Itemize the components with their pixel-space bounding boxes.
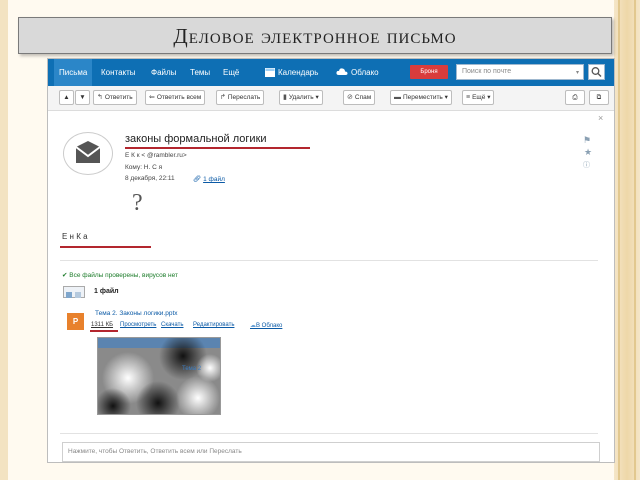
chevron-down-icon: ▾: [487, 94, 491, 101]
slide-frame-right: [614, 0, 640, 480]
move-label: Переместить: [403, 94, 443, 101]
checkmark-icon: ✔: [62, 272, 68, 279]
recipient-line: Кому: Н. С я: [125, 164, 163, 171]
spam-icon: ⊘: [347, 94, 353, 101]
edit-link[interactable]: Редактировать: [193, 322, 234, 328]
menu-icon: ≡: [466, 94, 471, 101]
tab-files[interactable]: Файлы: [146, 59, 181, 86]
email-signature: Е н К а: [62, 232, 88, 241]
folder-icon: ▬: [394, 94, 401, 101]
attachment-count-label: 1 файл: [203, 176, 225, 183]
pptx-file-icon[interactable]: P: [67, 313, 84, 330]
flag-icon[interactable]: ⚑: [583, 135, 591, 146]
reply-divider: [60, 433, 598, 434]
question-mark: ?: [132, 190, 143, 216]
reply-label: Ответить: [104, 94, 133, 101]
chevron-down-icon: ▾: [444, 94, 448, 101]
forward-label: Переслать: [227, 94, 261, 101]
search-button[interactable]: [588, 64, 605, 80]
tab-themes[interactable]: Темы: [185, 59, 215, 86]
quick-reply-field[interactable]: Нажмите, чтобы Ответить, Ответить всем и…: [62, 442, 600, 462]
spam-button[interactable]: ⊘ Спам: [343, 90, 376, 105]
more-button[interactable]: ≡ Ещё ▾: [462, 90, 495, 105]
star-icon[interactable]: ★: [584, 147, 592, 158]
tab-letters[interactable]: Письма: [54, 59, 93, 86]
sender-avatar: [63, 132, 113, 175]
trash-icon: ▮: [283, 94, 287, 101]
file-view-toggle[interactable]: [63, 286, 85, 298]
reply-icon: ↰: [97, 94, 103, 101]
calendar-icon: [265, 68, 275, 77]
delete-button[interactable]: ▮ Удалить ▾: [279, 90, 323, 105]
message-toolbar: ▲ ▼ ↰ Ответить ⇐ Ответить всем ↱ Переслать …: [48, 86, 614, 111]
attachment-count-link[interactable]: 🔗︎ 1 файл: [193, 175, 225, 183]
move-button[interactable]: ▬ Переместить ▾: [390, 90, 452, 105]
email-date: 8 декабря, 22:11: [125, 175, 175, 182]
to-cloud-link[interactable]: ☁В Облако: [250, 322, 282, 329]
print-icon: ⎙: [572, 94, 578, 101]
delete-label: Удалить: [288, 94, 314, 101]
prev-message-button[interactable]: ▲: [59, 90, 74, 105]
forward-icon: ↱: [220, 94, 226, 101]
search-icon: [591, 67, 602, 77]
grid-view-icon: [66, 292, 81, 298]
scrollbar[interactable]: [601, 112, 614, 462]
search-input[interactable]: Поиск по почте: [456, 64, 584, 80]
to-cloud-label: В Облако: [256, 323, 283, 329]
attachment-preview[interactable]: Тема 2: [97, 337, 221, 415]
files-header: 1 файл: [94, 288, 119, 295]
subject-underline: [125, 147, 310, 149]
tab-contacts[interactable]: Контакты: [96, 59, 141, 86]
expand-button[interactable]: ⧉: [589, 90, 609, 105]
cloud-link[interactable]: Облако: [331, 59, 384, 86]
mail-screenshot: Письма Контакты Файлы Темы Ещё Календарь…: [47, 58, 615, 463]
view-link[interactable]: Просмотреть: [120, 322, 156, 328]
slide-thumbnail: Тема 2: [98, 338, 220, 414]
slide-title: Деловое электронное письмо: [18, 17, 612, 54]
expand-icon: ⧉: [596, 94, 602, 101]
tab-more[interactable]: Ещё: [218, 59, 244, 86]
cloud-icon: [336, 68, 348, 75]
reply-all-icon: ⇐: [149, 94, 155, 101]
reply-all-label: Ответить всем: [156, 94, 202, 101]
calendar-link[interactable]: Календарь: [260, 59, 323, 86]
cloud-label: Облако: [351, 68, 379, 77]
next-message-button[interactable]: ▼: [75, 90, 90, 105]
more-label: Ещё: [472, 94, 486, 101]
print-button[interactable]: ⎙: [565, 90, 585, 105]
attachment-size: 1311 КБ: [91, 322, 114, 328]
email-subject: законы формальной логики: [125, 133, 267, 145]
calendar-label: Календарь: [278, 68, 319, 77]
size-underline: [90, 330, 118, 332]
arrow-down-icon: ▼: [79, 94, 86, 101]
spam-label: Спам: [354, 94, 372, 101]
download-link[interactable]: Скачать: [161, 322, 184, 328]
chevron-down-icon: ▾: [315, 94, 319, 101]
sender-line: Е К к < @rambler.ru>: [125, 152, 187, 159]
virus-status-text: Все файлы проверены, вирусов нет: [69, 272, 178, 279]
top-nav-bar: Письма Контакты Файлы Темы Ещё Календарь…: [48, 59, 614, 86]
attachment-name[interactable]: Тема 2. Законы логики.pptx: [95, 310, 178, 317]
info-icon[interactable]: ⓘ: [583, 160, 590, 170]
signature-underline: [60, 246, 151, 248]
thumbnail-title: Тема 2: [182, 366, 202, 372]
paperclip-icon: 🔗︎: [193, 176, 202, 183]
arrow-up-icon: ▲: [63, 94, 70, 101]
search-dropdown-icon[interactable]: ▾: [576, 69, 579, 76]
slide-frame-left: [0, 0, 8, 480]
reply-button[interactable]: ↰ Ответить: [93, 90, 137, 105]
reply-all-button[interactable]: ⇐ Ответить всем: [145, 90, 206, 105]
envelope-icon: [75, 141, 101, 163]
forward-button[interactable]: ↱ Переслать: [216, 90, 265, 105]
promo-button[interactable]: Броня: [410, 65, 448, 79]
virus-check-status: ✔ Все файлы проверены, вирусов нет: [62, 271, 178, 279]
attachments-divider: [60, 260, 598, 261]
